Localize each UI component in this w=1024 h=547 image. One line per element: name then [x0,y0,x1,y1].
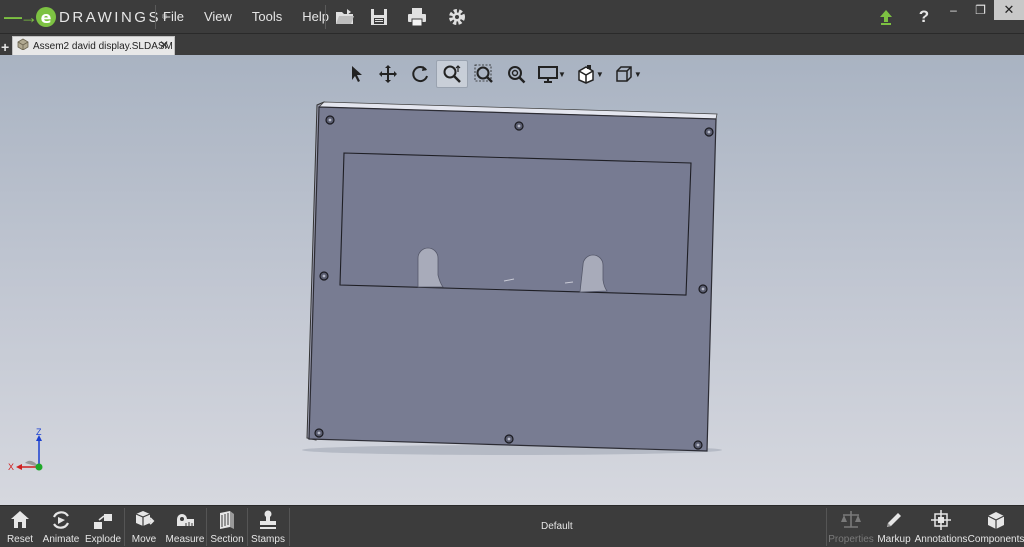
annotations-button[interactable]: Annotations [915,509,967,547]
logo-arrow: —→ [4,6,38,27]
scale-icon [841,511,861,528]
divider [247,508,248,546]
stamps-label: Stamps [251,534,285,545]
reset-label: Reset [6,534,34,545]
edrawings-logo: —→ e DRAWINGS ® [4,4,167,30]
help-button[interactable]: ? [913,6,935,28]
upload-arrow-icon[interactable] [875,6,897,28]
zoom-to-fit-icon[interactable] [436,60,468,88]
move-label: Move [131,534,157,545]
save-icon[interactable] [368,6,390,28]
settings-gear-icon[interactable] [446,6,468,28]
zoom-in-out-icon[interactable] [500,60,532,88]
menu-tools[interactable]: Tools [252,9,282,24]
logo-e: e [36,7,56,27]
properties-label: Properties [828,534,874,545]
components-button[interactable]: Components [967,509,1024,547]
stamp-icon [260,510,276,529]
reset-button[interactable]: Reset [6,509,34,547]
print-icon[interactable] [406,6,428,28]
section-button[interactable]: Section [210,509,244,547]
configuration-label[interactable]: Default [541,521,573,532]
main-menu: File View Tools Help [163,9,349,24]
components-label: Components [967,534,1024,545]
menu-file[interactable]: File [163,9,184,24]
section-icon [220,511,234,529]
explode-label: Explode [84,534,122,545]
new-tab-button[interactable]: + [1,39,9,55]
stamps-button[interactable]: Stamps [251,509,285,547]
measure-button[interactable]: Measure [166,509,204,547]
markup-button[interactable]: Markup [877,509,911,547]
tab-bar: + Assem2 david display.SLDASM ✕ [0,34,1024,55]
view-toolbar: ▼ ▼ ▼ [340,60,646,88]
z-axis-label: Z [36,427,42,437]
pencil-icon [887,513,901,527]
pan-icon[interactable] [372,60,404,88]
menu-view[interactable]: View [204,9,232,24]
assembly-icon [17,37,29,55]
x-axis-label: X [8,462,14,472]
zoom-to-area-icon[interactable] [468,60,500,88]
standard-views-icon[interactable] [608,60,640,88]
divider [206,508,207,546]
explode-icon [94,514,112,529]
annotations-icon [931,510,951,530]
divider [325,5,326,29]
tab-close-button[interactable]: ✕ [159,38,169,52]
animate-label: Animate [42,534,80,545]
animate-button[interactable]: Animate [42,509,80,547]
components-icon [987,512,1005,529]
properties-button[interactable]: Properties [828,509,874,547]
bottom-toolbar: Reset Animate Explode Move Measure Secti… [0,505,1024,547]
display-style-icon[interactable] [532,60,564,88]
view-orientation-icon[interactable] [570,60,602,88]
rotate-icon[interactable] [404,60,436,88]
title-bar: —→ e DRAWINGS ® File View Tools Help ? –… [0,0,1024,34]
divider [289,508,290,546]
move-icon [135,511,155,526]
minimize-button[interactable]: – [940,0,967,20]
animate-icon [53,511,69,529]
select-arrow-icon[interactable] [340,60,372,88]
open-folder-icon[interactable] [334,6,356,28]
explode-button[interactable]: Explode [85,509,121,547]
document-tab-label: Assem2 david display.SLDASM [33,40,173,52]
move-button[interactable]: Move [129,509,159,547]
divider [826,508,827,546]
measure-icon [177,514,194,526]
measure-label: Measure [165,534,205,545]
3d-viewport[interactable]: ▼ ▼ ▼ Z X [0,55,1024,505]
home-icon [11,511,29,528]
divider [155,5,156,29]
divider [124,508,125,546]
logo-brand-text: DRAWINGS [59,8,161,26]
markup-label: Markup [877,534,911,545]
close-button[interactable]: ✕ [994,0,1024,20]
restore-button[interactable]: ❐ [967,0,994,20]
annotations-label: Annotations [914,534,968,545]
axis-triad: Z X [8,427,43,472]
window-controls: – ❐ ✕ [940,0,1024,20]
section-label: Section [210,534,244,545]
document-tab[interactable]: Assem2 david display.SLDASM ✕ [12,36,175,55]
assembly-model[interactable] [0,55,1024,505]
